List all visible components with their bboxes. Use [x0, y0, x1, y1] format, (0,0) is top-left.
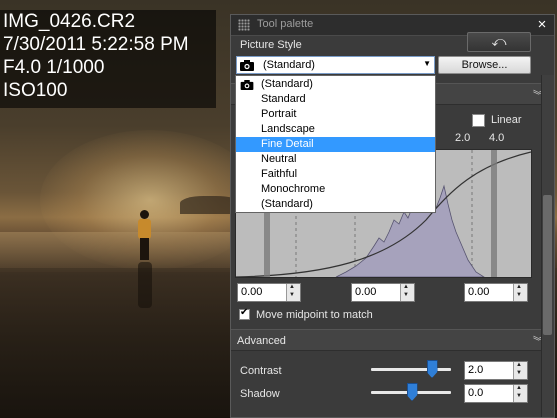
slider-track[interactable]	[371, 368, 451, 371]
picture-style-label: Picture Style	[240, 39, 302, 51]
undo-button[interactable]: ⤺	[467, 32, 531, 52]
style-option[interactable]: (Standard)	[236, 77, 435, 92]
contrast-input[interactable]: 2.0 ▲ ▼	[464, 361, 528, 380]
style-option-label: Fine Detail	[261, 138, 314, 150]
camera-icon	[240, 80, 254, 90]
checkmark-icon: ✔	[240, 307, 249, 318]
iso-text: ISO100	[3, 80, 68, 101]
style-option[interactable]: Monochrome	[236, 182, 435, 197]
advanced-section-bar[interactable]: Advanced ︾	[231, 329, 554, 351]
style-option-label: (Standard)	[261, 78, 313, 90]
move-midpoint-checkbox[interactable]: ✔	[239, 307, 250, 320]
datetime-text: 7/30/2011 5:22:58 PM	[3, 34, 189, 55]
slider-thumb[interactable]	[406, 383, 418, 401]
style-option-label: (Standard)	[261, 198, 313, 210]
filename-text: IMG_0426.CR2	[3, 11, 136, 32]
style-option[interactable]: Landscape	[236, 122, 435, 137]
dropdown-arrow-icon[interactable]: ▼	[423, 59, 431, 68]
shooting-info-overlay: IMG_0426.CR2 7/30/2011 5:22:58 PM F4.0 1…	[0, 10, 216, 108]
palette-title: Tool palette	[257, 18, 314, 30]
style-option-label: Standard	[261, 93, 306, 105]
contrast-label: Contrast	[240, 365, 282, 377]
style-option-label: Portrait	[261, 108, 297, 120]
child-reflection	[138, 262, 152, 308]
picture-style-dropdown-list[interactable]: (Standard) Standard Portrait Landscape F…	[235, 75, 436, 213]
camera-icon	[240, 60, 254, 71]
spin-arrows-icon[interactable]: ▲ ▼	[513, 362, 527, 379]
style-option[interactable]: Standard	[236, 92, 435, 107]
advanced-label: Advanced	[237, 335, 286, 347]
linear-checkbox[interactable]	[472, 114, 485, 127]
browse-button[interactable]: Browse...	[438, 56, 531, 74]
palette-scrollbar[interactable]	[541, 75, 554, 417]
style-option-label: Neutral	[261, 153, 297, 165]
slider-thumb[interactable]	[426, 360, 438, 378]
style-option-highlighted[interactable]: Fine Detail	[236, 137, 435, 152]
white-point-input[interactable]: 0.00 ▲ ▼	[464, 283, 528, 302]
style-option[interactable]: (Standard)	[236, 197, 435, 212]
spin-arrows-icon[interactable]: ▲ ▼	[400, 284, 414, 301]
style-option[interactable]: Faithful	[236, 167, 435, 182]
spin-arrows-icon[interactable]: ▲ ▼	[513, 284, 527, 301]
contrast-value: 2.0	[468, 364, 484, 376]
white-point-value: 0.00	[468, 286, 490, 298]
curve-tick-label: 4.0	[489, 132, 505, 144]
style-option[interactable]: Portrait	[236, 107, 435, 122]
grip-icon[interactable]	[238, 19, 250, 31]
selected-style-value: (Standard)	[263, 59, 315, 71]
shadow-value: 0.0	[468, 387, 484, 399]
undo-icon: ⤺	[491, 33, 507, 49]
shadow-input[interactable]: 0.0 ▲ ▼	[464, 384, 528, 403]
style-option-label: Monochrome	[261, 183, 326, 195]
scrollbar-thumb[interactable]	[543, 195, 552, 335]
picture-style-select[interactable]: (Standard) ▼	[236, 56, 435, 74]
midpoint-value: 0.00	[355, 286, 377, 298]
black-point-value: 0.00	[241, 286, 263, 298]
exposure-text: F4.0 1/1000	[3, 57, 105, 78]
close-icon[interactable]: ×	[533, 16, 551, 34]
style-option-label: Faithful	[261, 168, 298, 180]
midpoint-input[interactable]: 0.00 ▲ ▼	[351, 283, 415, 302]
water-reflection	[0, 232, 260, 272]
move-midpoint-label: Move midpoint to match	[256, 309, 373, 321]
shadow-slider[interactable]	[371, 383, 451, 401]
curve-tick-label: 2.0	[455, 132, 471, 144]
spin-arrows-icon[interactable]: ▲ ▼	[513, 385, 527, 402]
contrast-slider[interactable]	[371, 360, 451, 378]
style-option[interactable]: Neutral	[236, 152, 435, 167]
spin-arrows-icon[interactable]: ▲ ▼	[286, 284, 300, 301]
child-silhouette	[136, 210, 154, 260]
shadow-label: Shadow	[240, 388, 280, 400]
black-point-input[interactable]: 0.00 ▲ ▼	[237, 283, 301, 302]
linear-label: Linear	[491, 114, 522, 126]
style-option-label: Landscape	[261, 123, 315, 135]
